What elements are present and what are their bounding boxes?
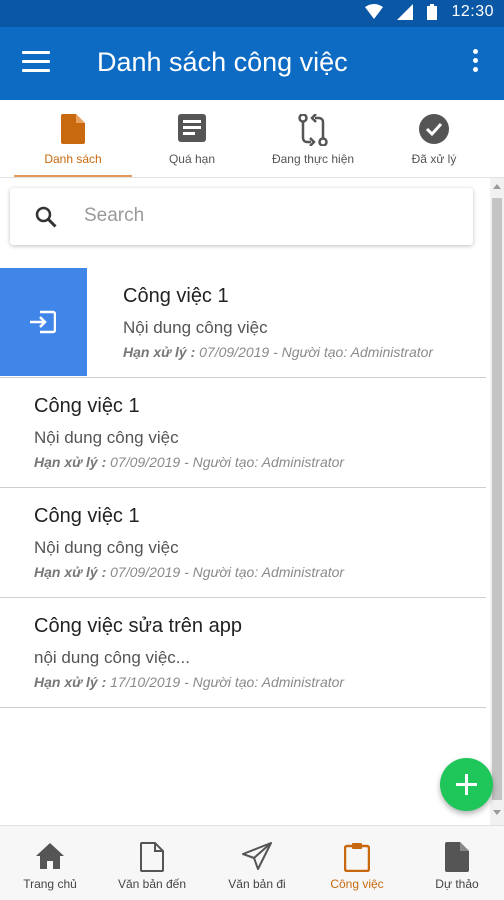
task-title: Công việc 1 bbox=[123, 285, 229, 307]
tab-label: Đã xử lý bbox=[411, 152, 457, 166]
tab-qua-han[interactable]: Quá hạn bbox=[132, 100, 252, 178]
task-meta: Hạn xử lý : 07/09/2019 - Người tạo: Admi… bbox=[34, 564, 344, 580]
tab-label: Danh sách bbox=[44, 152, 102, 166]
deadline-creator: 17/10/2019 - Người tạo: Administrator bbox=[106, 674, 345, 690]
status-icons: 12:30 bbox=[365, 3, 494, 21]
page-title: Danh sách công việc bbox=[97, 47, 348, 77]
task-content: nội dung công việc... bbox=[34, 648, 190, 667]
screen: 12:30 Danh sách công việc Danh sách Quá bbox=[0, 0, 504, 900]
app-bar: Danh sách công việc bbox=[0, 27, 504, 100]
deadline-label: Hạn xử lý : bbox=[34, 564, 107, 580]
nav-item-van-ban-den[interactable]: Văn bản đến bbox=[102, 826, 202, 900]
tab-danh-sach[interactable]: Danh sách bbox=[13, 100, 133, 178]
nav-item-van-ban-di[interactable]: Văn bản đi bbox=[207, 826, 307, 900]
deadline-creator: 07/09/2019 - Người tạo: Administrator bbox=[195, 344, 434, 360]
tab-dang-thuc-hien[interactable]: Đang thực hiện bbox=[253, 100, 373, 178]
swap-arrows-icon bbox=[298, 114, 328, 146]
enter-icon bbox=[30, 310, 56, 334]
search-bar[interactable]: Search bbox=[10, 188, 473, 245]
hamburger-menu-icon[interactable] bbox=[22, 51, 50, 75]
status-time: 12:30 bbox=[451, 3, 494, 20]
search-input[interactable]: Search bbox=[84, 205, 144, 227]
add-task-button[interactable] bbox=[440, 758, 493, 811]
task-content: Nội dung công việc bbox=[123, 318, 268, 337]
task-list-item[interactable]: Công việc 1 Nội dung công việc Hạn xử lý… bbox=[0, 488, 486, 598]
tab-da-xu-ly[interactable]: Đã xử lý bbox=[374, 100, 494, 178]
swipe-open-button[interactable] bbox=[0, 268, 87, 376]
deadline-label: Hạn xử lý : bbox=[34, 674, 107, 690]
wifi-icon bbox=[365, 4, 384, 19]
status-bar: 12:30 bbox=[0, 0, 504, 27]
signal-icon bbox=[397, 4, 414, 20]
nav-item-trang-chu[interactable]: Trang chủ bbox=[0, 826, 100, 900]
nav-label: Văn bản đi bbox=[228, 877, 286, 891]
tab-label: Quá hạn bbox=[168, 152, 216, 166]
nav-label: Văn bản đến bbox=[117, 877, 187, 891]
task-meta: Hạn xử lý : 07/09/2019 - Người tạo: Admi… bbox=[34, 454, 344, 470]
nav-item-du-thao[interactable]: Dự thảo bbox=[407, 826, 504, 900]
bottom-navigation: Trang chủ Văn bản đến Văn bản đi Công vi… bbox=[0, 825, 504, 900]
tab-label: Đang thực hiện bbox=[271, 152, 355, 166]
active-tab-indicator bbox=[14, 175, 132, 177]
deadline-label: Hạn xử lý : bbox=[123, 344, 196, 360]
search-icon bbox=[35, 206, 57, 228]
more-vert-icon[interactable] bbox=[470, 49, 480, 79]
nav-label: Dự thảo bbox=[435, 877, 479, 891]
check-circle-icon bbox=[419, 114, 449, 144]
deadline-label: Hạn xử lý : bbox=[34, 454, 107, 470]
deadline-creator: 07/09/2019 - Người tạo: Administrator bbox=[106, 564, 345, 580]
task-content: Nội dung công việc bbox=[34, 428, 179, 447]
notes-icon bbox=[178, 114, 206, 142]
task-list-item[interactable]: Công việc 1 Nội dung công việc Hạn xử lý… bbox=[0, 268, 486, 378]
nav-label: Trang chủ bbox=[23, 877, 77, 891]
document-icon bbox=[61, 114, 85, 144]
task-tabs: Danh sách Quá hạn Đang thực hiện Đã xử l… bbox=[0, 100, 504, 178]
battery-icon bbox=[427, 4, 438, 20]
clipboard-icon bbox=[344, 843, 370, 872]
home-icon bbox=[36, 843, 64, 869]
scroll-thumb[interactable] bbox=[492, 198, 502, 800]
task-title: Công việc 1 bbox=[34, 505, 140, 527]
task-title: Công việc sửa trên app bbox=[34, 615, 242, 637]
file-icon bbox=[140, 842, 164, 872]
scrollbar[interactable] bbox=[490, 178, 504, 825]
task-meta: Hạn xử lý : 17/10/2019 - Người tạo: Admi… bbox=[34, 674, 344, 690]
deadline-creator: 07/09/2019 - Người tạo: Administrator bbox=[106, 454, 345, 470]
nav-label: Công việc bbox=[330, 877, 384, 891]
scroll-up-arrow[interactable] bbox=[493, 184, 501, 189]
task-list-item[interactable]: Công việc sửa trên app nội dung công việ… bbox=[0, 598, 486, 708]
draft-icon bbox=[445, 842, 469, 872]
task-title: Công việc 1 bbox=[34, 395, 140, 417]
send-icon bbox=[242, 842, 272, 870]
task-meta: Hạn xử lý : 07/09/2019 - Người tạo: Admi… bbox=[123, 344, 433, 360]
plus-icon bbox=[456, 774, 477, 795]
task-content: Nội dung công việc bbox=[34, 538, 179, 557]
nav-item-cong-viec[interactable]: Công việc bbox=[307, 826, 407, 900]
task-list-item[interactable]: Công việc 1 Nội dung công việc Hạn xử lý… bbox=[0, 378, 486, 488]
scroll-down-arrow[interactable] bbox=[493, 810, 501, 815]
